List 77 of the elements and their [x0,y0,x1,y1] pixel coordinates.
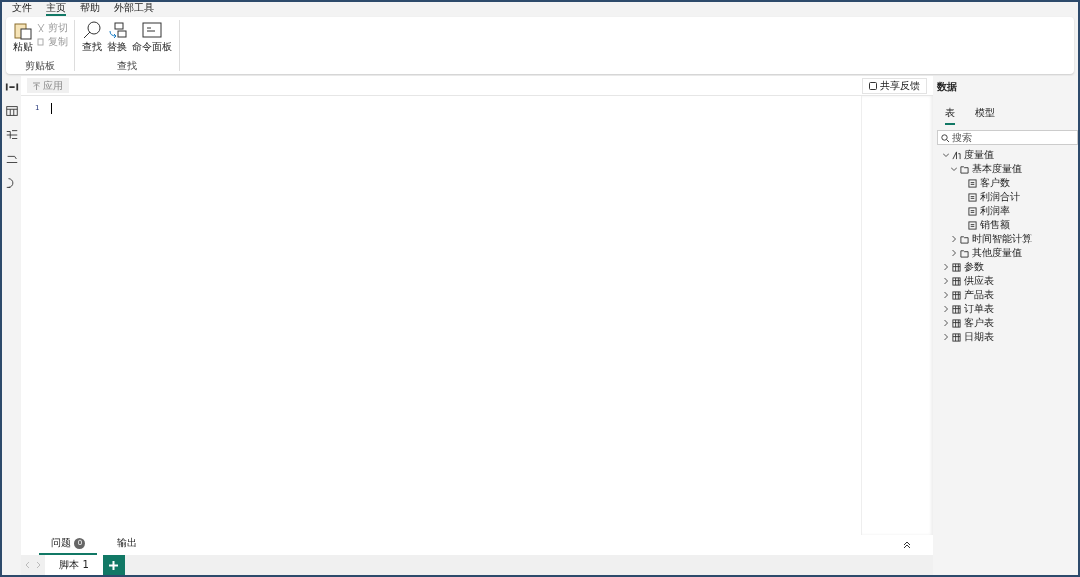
tree-label: 客户表 [964,316,994,330]
tree-item[interactable]: 订单表 [937,302,1078,316]
chevron-icon[interactable] [943,152,949,158]
tree-label: 基本度量值 [972,162,1022,176]
tree-item[interactable]: 时间智能计算 [937,232,1078,246]
ribbon-button[interactable]: 粘贴 [12,20,34,60]
tree-label: 其他度量值 [972,246,1022,260]
command-palette-icon [142,20,162,40]
folder-icon [960,164,969,174]
group-label: 剪贴板 [24,60,56,71]
tree-item[interactable]: 客户表 [937,316,1078,330]
tree-label: 销售额 [980,218,1010,232]
tree-label: 供应表 [964,274,994,288]
measure-icon [968,192,977,202]
search-icon [82,20,102,40]
tree-item[interactable]: 基本度量值 [937,162,1078,176]
menu-tab[interactable]: 外部工具 [114,2,154,16]
measure-icon [968,178,977,188]
menu-tab[interactable]: 帮助 [80,2,100,16]
measure-icon [968,206,977,216]
panel-tab[interactable]: 输出 [105,536,150,555]
tree-item[interactable]: 参数 [937,260,1078,274]
search-field[interactable]: 搜索 [937,130,1078,145]
search-icon [941,134,949,142]
tree-item[interactable]: 日期表 [937,330,1078,344]
tree-item[interactable]: 其他度量值 [937,246,1078,260]
group-label: 查找 [116,60,138,71]
tree-label: 时间智能计算 [972,232,1032,246]
chevron-icon[interactable] [951,250,957,256]
tree-label: 客户数 [980,176,1010,190]
collapse-icon[interactable] [903,541,911,549]
chevron-icon[interactable] [943,264,949,270]
tree-label: 参数 [964,260,984,274]
tree-item[interactable]: 度量值 [937,148,1078,162]
plus-icon [109,560,119,570]
tree-item[interactable]: 客户数 [937,176,1078,190]
tree-label: 日期表 [964,330,994,344]
tree-label: 产品表 [964,288,994,302]
table-icon [952,276,961,286]
clipboard-icon [13,20,33,40]
ribbon-button[interactable]: 查找 [81,20,103,60]
menu-tab[interactable]: 文件 [12,2,32,16]
pane-tab[interactable]: 模型 [975,106,995,125]
pane-title: 数据 [937,80,958,94]
table-icon [952,318,961,328]
scissors-icon [37,23,45,32]
tree-item[interactable]: 利润合计 [937,190,1078,204]
chevron-icon[interactable] [943,320,949,326]
tree-label: 度量值 [964,148,994,162]
tree-label: 利润率 [980,204,1010,218]
pane-tab[interactable]: 表 [945,106,955,125]
tree-label: 订单表 [964,302,994,316]
chevron-icon[interactable] [951,166,957,172]
tree-item[interactable]: 供应表 [937,274,1078,288]
chevron-icon[interactable] [943,278,949,284]
tree-item[interactable]: 产品表 [937,288,1078,302]
add-script-button[interactable] [102,555,125,575]
model-icon[interactable] [4,128,19,142]
table-icon[interactable] [4,104,19,118]
ribbon-button[interactable]: 命令面板 [131,20,173,60]
copy-icon [37,37,45,46]
script-tab[interactable]: 脚本 1 [45,555,103,575]
replace-icon [107,20,127,40]
chevron-icon[interactable] [951,236,957,242]
tree-item[interactable]: 利润率 [937,204,1078,218]
ribbon-button[interactable]: 替换 [106,20,128,60]
tree-item[interactable]: 销售额 [937,218,1078,232]
tree-label: 利润合计 [980,190,1020,204]
feedback-icon [869,81,877,90]
table-icon [952,290,961,300]
feedback-button[interactable]: 共享反馈 [862,77,927,94]
chevron-icon[interactable] [943,306,949,312]
upload-icon [33,81,41,90]
table-icon [952,304,961,314]
measure-icon [968,220,977,230]
chevron-icon[interactable] [943,334,949,340]
chevron-icon[interactable] [943,292,949,298]
